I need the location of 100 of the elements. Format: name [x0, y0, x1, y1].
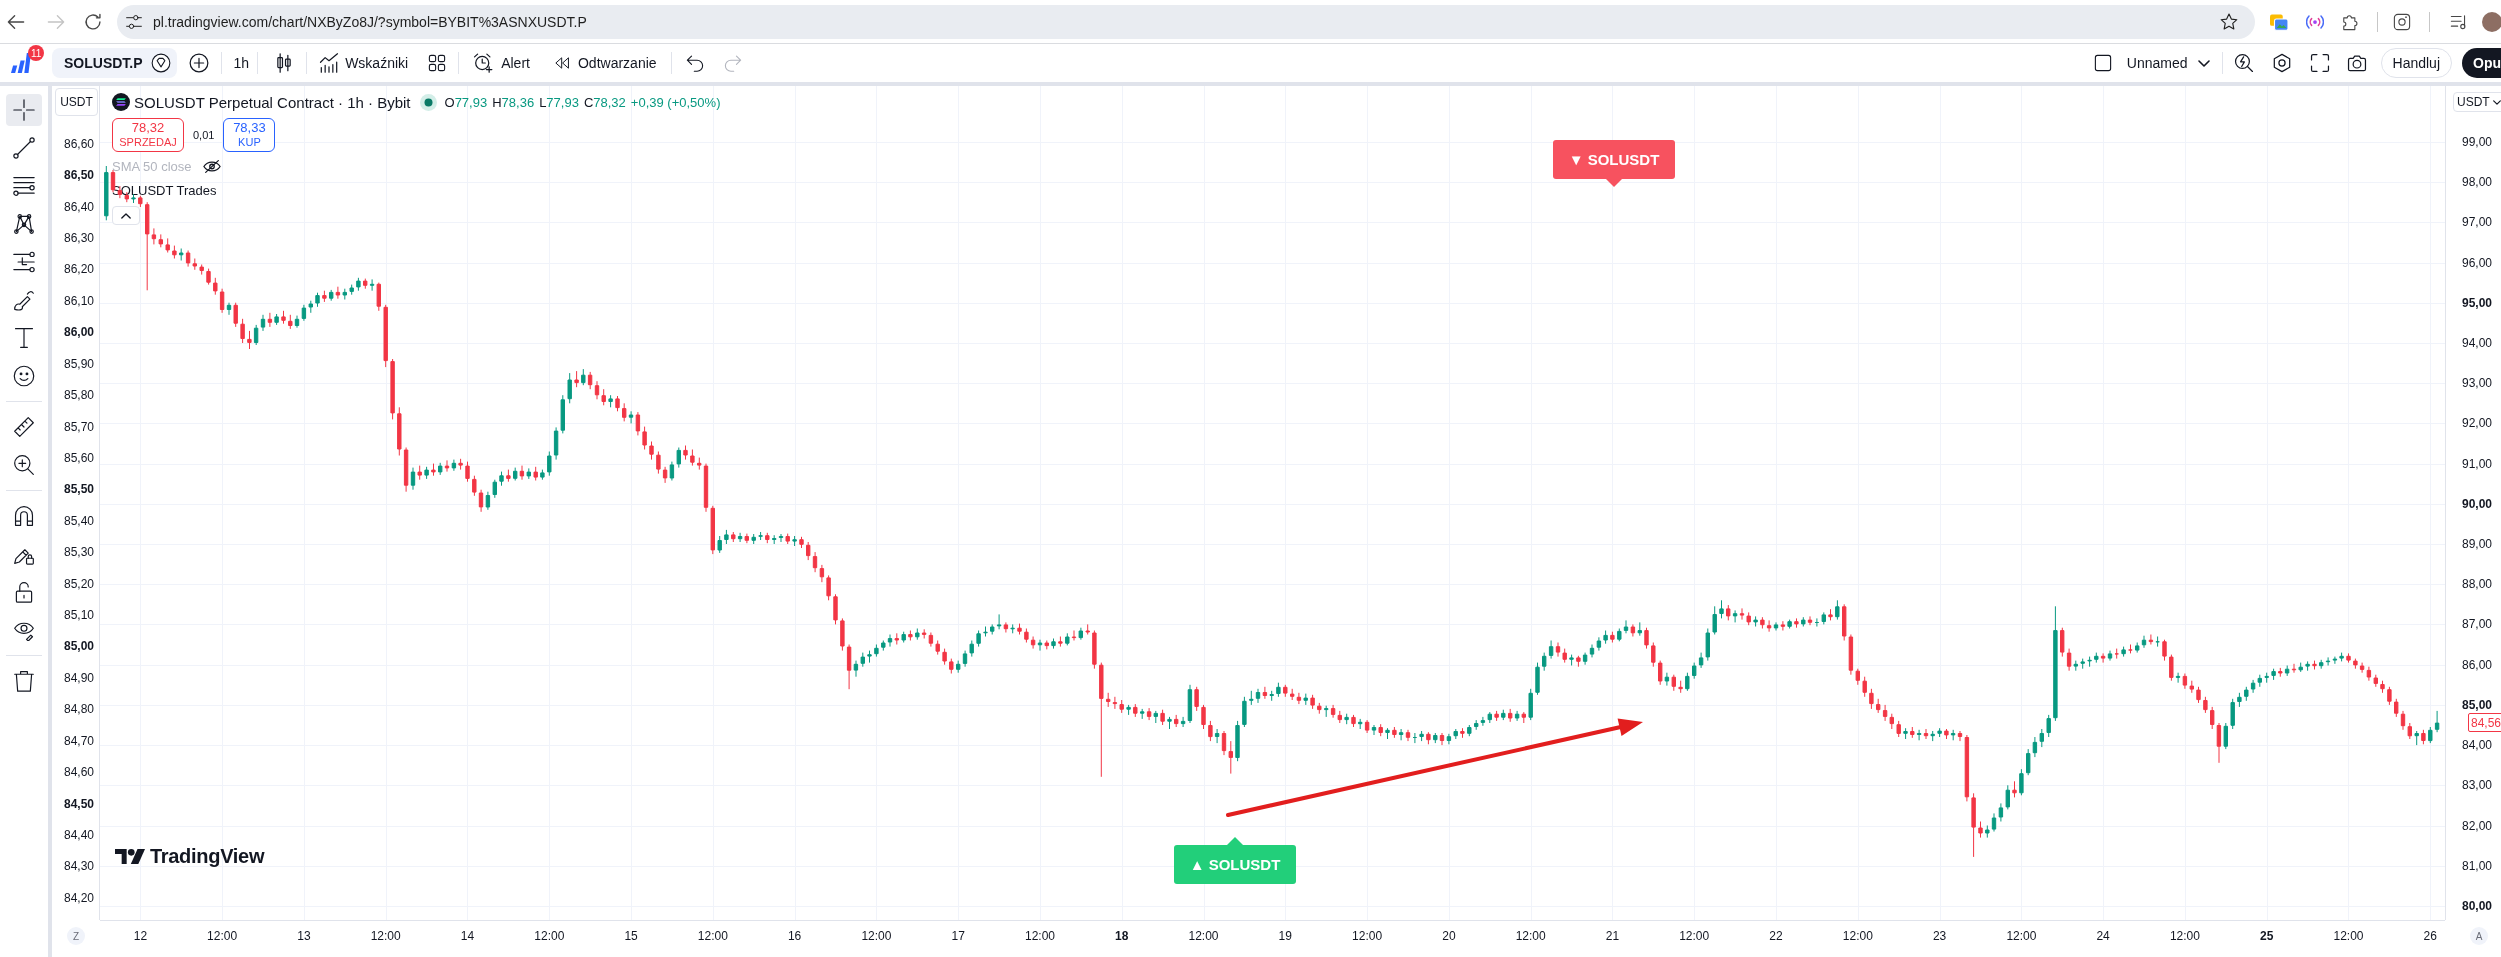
candlestick	[1249, 690, 1254, 706]
candlestick	[642, 426, 647, 450]
price-axis-label: 95,00	[2462, 294, 2493, 311]
square-icon[interactable]	[2093, 54, 2112, 72]
time-axis-label: 12:00	[534, 928, 565, 944]
layout-button[interactable]: Unnamed	[2093, 48, 2210, 78]
measure-lines-icon[interactable]	[13, 251, 35, 273]
price-axis-label: 86,30	[63, 230, 94, 245]
grid-icon[interactable]	[428, 54, 447, 72]
currency-button[interactable]: USDT	[55, 88, 98, 116]
candlestick	[2066, 648, 2072, 672]
candlestick	[2196, 686, 2201, 704]
candlestick	[1290, 688, 1295, 701]
candlestick	[1310, 694, 1315, 710]
candlestick	[1746, 611, 1751, 626]
candlestick	[1371, 724, 1377, 736]
candlestick	[1385, 727, 1390, 740]
indicators-button[interactable]: Wskaźniki	[319, 48, 409, 78]
candlestick	[785, 533, 790, 545]
long-position-label: ▲ SOLUSDT	[1174, 837, 1296, 884]
short-position-label: ▼ SOLUSDT	[1553, 140, 1675, 187]
star-icon[interactable]	[2220, 12, 2238, 31]
alarm-clock-icon[interactable]	[473, 53, 494, 73]
reload-icon[interactable]	[84, 12, 102, 31]
axis-toggle-button[interactable]: Z	[67, 927, 85, 945]
chevron-down-icon[interactable]	[2197, 59, 2210, 67]
node-pattern-icon[interactable]	[13, 213, 35, 235]
tune-icon[interactable]	[126, 13, 142, 30]
candlestick	[860, 652, 865, 668]
candlestick	[983, 626, 988, 637]
price-axis-label: 86,10	[63, 293, 94, 308]
candlestick	[438, 462, 443, 476]
ruler-icon[interactable]	[13, 416, 35, 438]
candlestick	[662, 466, 668, 484]
chevron-up-icon[interactable]	[121, 212, 131, 219]
price-axis-label: 84,20	[63, 890, 94, 905]
candlestick	[499, 471, 504, 487]
candlestick	[2175, 672, 2181, 684]
price-axis-label: 91,00	[2462, 455, 2493, 472]
time-axis-label: 12:00	[370, 928, 401, 944]
axis-toggle-button[interactable]: A	[2470, 927, 2488, 945]
candlestick	[1126, 704, 1131, 716]
zoom-in-icon[interactable]	[13, 454, 35, 476]
broadcast-icon[interactable]	[2306, 12, 2324, 31]
collapse-button[interactable]	[112, 206, 140, 225]
undo-icon[interactable]	[685, 54, 704, 72]
horizontal-lines-icon[interactable]	[13, 175, 35, 197]
candlestick	[2060, 627, 2065, 658]
price-axis-label: 86,40	[63, 199, 94, 214]
camera-icon[interactable]	[2346, 53, 2367, 73]
interval-button[interactable]: 1h	[227, 48, 256, 78]
candlestick	[1957, 730, 1963, 742]
smiley-icon[interactable]	[13, 365, 35, 387]
time-axis-label: 12:00	[2006, 928, 2037, 944]
candlestick	[1140, 708, 1145, 720]
candlestick	[649, 441, 654, 461]
profile-avatar[interactable]	[2482, 11, 2501, 32]
padlock-icon[interactable]	[13, 581, 35, 603]
candlestick	[1814, 617, 1820, 627]
candlestick	[1576, 655, 1581, 668]
replay-button[interactable]: Odtwarzanie	[553, 48, 657, 78]
magnet-icon[interactable]	[13, 505, 35, 527]
camera-frame-icon[interactable]	[2393, 12, 2411, 31]
address-bar[interactable]: pl.tradingview.com/chart/NXByZo8J/?symbol=BYBIT%3ASNXUSDT.P	[117, 4, 2255, 39]
candlestick	[2319, 659, 2324, 670]
chevron-down-icon[interactable]	[2492, 99, 2501, 105]
gallery-icon[interactable]	[2270, 12, 2288, 31]
candlestick	[806, 541, 811, 561]
buy-button[interactable]: 78,33 KUP	[223, 118, 276, 152]
candlestick	[1392, 726, 1397, 739]
plus-circle-icon[interactable]	[188, 53, 209, 73]
rewind-icon[interactable]	[553, 55, 570, 71]
price-axis-label: 88,00	[2462, 576, 2493, 593]
currency-dropdown[interactable]: USDT	[2453, 92, 2501, 112]
bars-logo-icon[interactable]	[11, 53, 31, 73]
line-segment-icon[interactable]	[13, 137, 35, 159]
puzzle-icon[interactable]	[2341, 12, 2359, 31]
candlestick	[2400, 710, 2406, 731]
fullscreen-icon[interactable]	[2309, 53, 2330, 73]
publish-button[interactable]: Opu	[2462, 48, 2501, 78]
back-icon[interactable]	[7, 12, 25, 31]
settings-icon[interactable]	[2271, 53, 2292, 73]
price-axis-label: 86,00	[63, 325, 94, 340]
eye-slash-icon[interactable]	[202, 159, 221, 173]
text-icon[interactable]	[13, 327, 35, 349]
candlestick	[1889, 713, 1894, 730]
playlist-icon[interactable]	[2450, 12, 2468, 31]
lightning-search-icon[interactable]	[2233, 53, 2254, 73]
candlestick	[315, 292, 320, 308]
crosshair-icon[interactable]	[13, 99, 35, 121]
candlestick	[710, 505, 715, 555]
trash-icon[interactable]	[13, 670, 35, 692]
candlestick	[2203, 696, 2208, 714]
brush-icon[interactable]	[13, 289, 35, 311]
indicator-chart-icon[interactable]	[319, 53, 340, 73]
alert-button[interactable]: Alert	[473, 48, 530, 78]
sell-button[interactable]: 78,32 SPRZEDAJ	[112, 118, 184, 152]
candlestick	[2128, 644, 2133, 654]
candlestick	[1010, 623, 1015, 634]
symbol-search-button[interactable]: SOLUSDT.P	[52, 48, 177, 78]
